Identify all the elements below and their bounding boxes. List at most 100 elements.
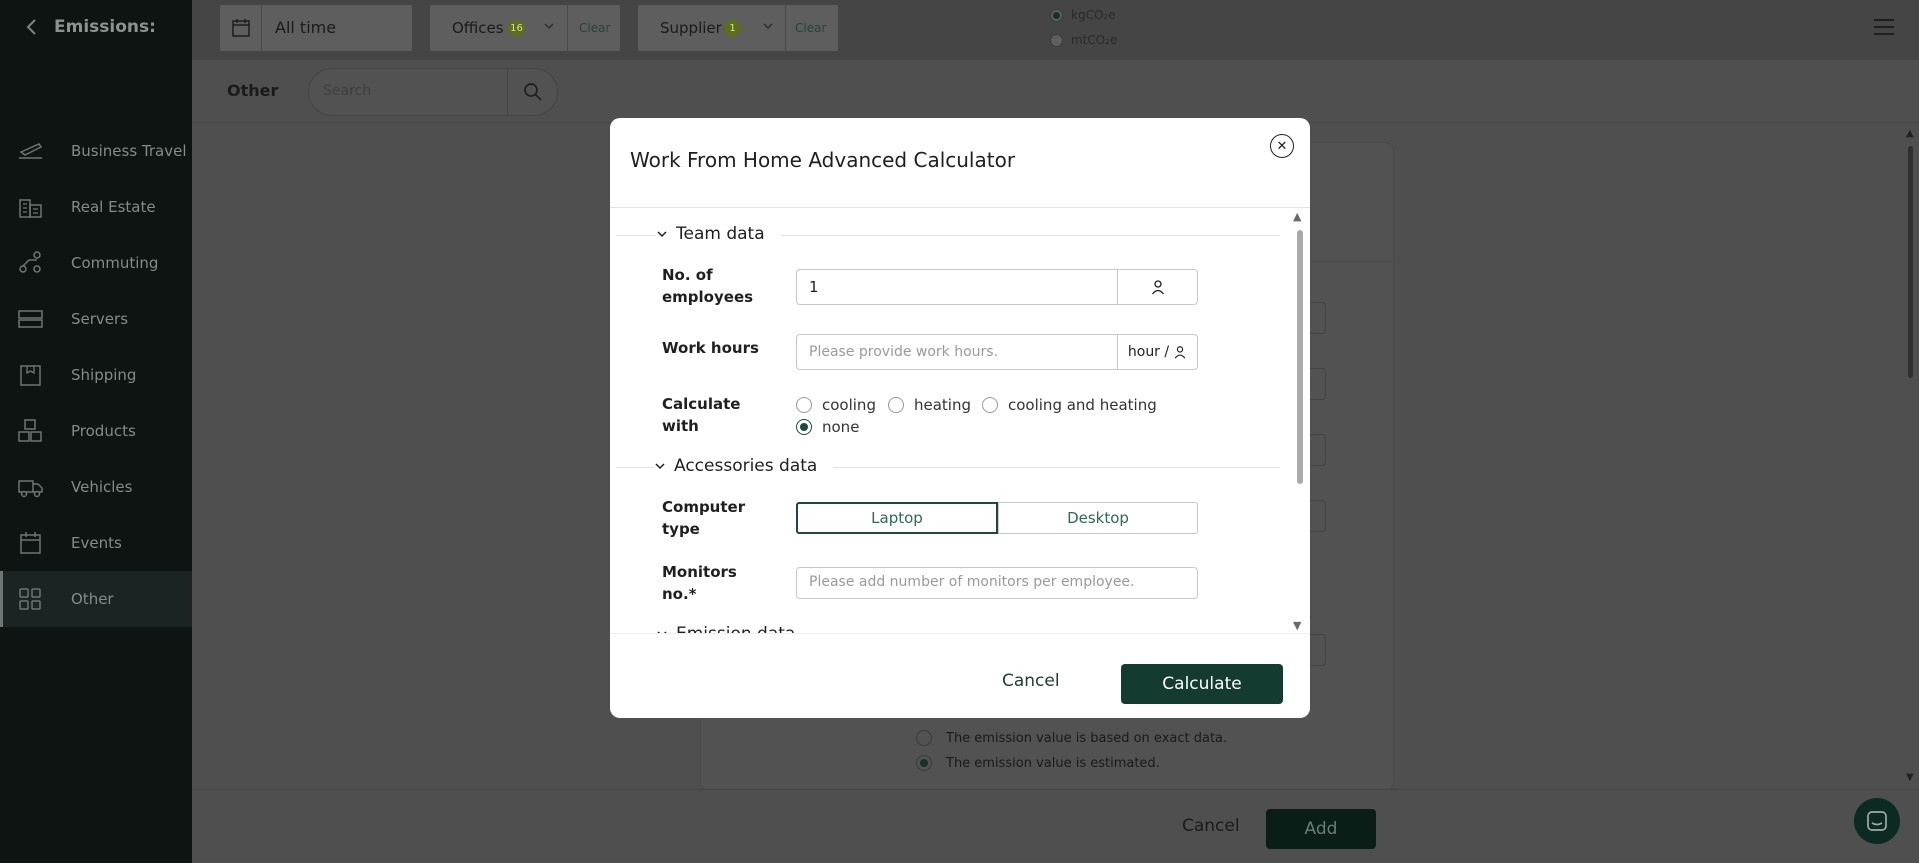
- section-header[interactable]: Team data: [656, 224, 781, 244]
- radio-button[interactable]: [916, 755, 932, 771]
- option-label: cooling and heating: [1008, 396, 1157, 414]
- option-cooling[interactable]: cooling: [796, 396, 876, 414]
- chevron-down-icon[interactable]: [762, 20, 774, 32]
- radio-button[interactable]: [1050, 33, 1063, 47]
- page-footer: Cancel Add: [192, 789, 1919, 863]
- scrollbar-thumb[interactable]: [1908, 146, 1913, 378]
- add-button[interactable]: Add: [1266, 809, 1376, 849]
- chevron-down-icon[interactable]: [543, 20, 555, 32]
- option-none[interactable]: none: [796, 418, 859, 436]
- desktop-option[interactable]: Desktop: [998, 502, 1198, 534]
- sidebar-item-commuting[interactable]: Commuting: [0, 235, 192, 291]
- radio-button[interactable]: [1050, 8, 1063, 22]
- plane-icon: [17, 138, 44, 164]
- section-accessories-data[interactable]: Accessories data: [610, 456, 1290, 478]
- sidebar-item-products[interactable]: Products: [0, 403, 192, 459]
- chat-icon[interactable]: [1854, 798, 1900, 844]
- section-team-data[interactable]: Team data: [610, 224, 1290, 246]
- unit-option-kg[interactable]: kgCO₂e: [1050, 8, 1116, 22]
- unit-option-mt[interactable]: mtCO₂e: [1050, 33, 1117, 47]
- sidebar-item-label: Vehicles: [71, 478, 133, 496]
- work-hours-field[interactable]: Please provide work hours. hour /: [796, 334, 1198, 370]
- employees-value: 1: [809, 278, 819, 296]
- section-title: Accessories data: [674, 456, 818, 476]
- sidebar-item-vehicles[interactable]: Vehicles: [0, 459, 192, 515]
- date-filter[interactable]: All time: [220, 5, 412, 51]
- work-hours-label: Work hours: [662, 339, 759, 357]
- supplier-filter-label: Supplier: [660, 19, 722, 37]
- offices-filter-label: Offices: [452, 19, 504, 37]
- unit-option-label: mtCO₂e: [1071, 33, 1118, 47]
- scrollbar-thumb[interactable]: [1297, 230, 1303, 484]
- sidebar-item-shipping[interactable]: Shipping: [0, 347, 192, 403]
- search-box[interactable]: Search: [308, 68, 558, 116]
- unit-option-label: kgCO₂e: [1071, 8, 1116, 22]
- back-arrow-icon[interactable]: [22, 17, 42, 37]
- sidebar-item-real-estate[interactable]: Real Estate: [0, 179, 192, 235]
- cancel-button[interactable]: Cancel: [1182, 816, 1240, 836]
- sidebar: Emissions: Business Travel Real Estate C…: [0, 0, 192, 863]
- page-scrollbar[interactable]: ▲ ▼: [1906, 128, 1914, 788]
- radio-button[interactable]: [982, 397, 998, 413]
- truck-icon: [17, 474, 44, 500]
- supplier-count-badge: 1: [724, 20, 741, 37]
- search-input[interactable]: Search: [323, 83, 371, 99]
- sidebar-item-label: Events: [71, 534, 122, 552]
- sidebar-item-events[interactable]: Events: [0, 515, 192, 571]
- modal-footer: Cancel Calculate: [610, 633, 1310, 718]
- offices-count-badge: 16: [508, 20, 525, 37]
- option-label: cooling: [822, 396, 876, 414]
- sidebar-title: Emissions:: [54, 17, 156, 37]
- section-emission-data[interactable]: Emission data: [610, 624, 1290, 633]
- calendar-icon: [17, 530, 44, 556]
- modal-body: Team data No. of employees 1 Work hours …: [610, 208, 1310, 633]
- exact-data-option[interactable]: The emission value is based on exact dat…: [916, 730, 1227, 746]
- monitors-field[interactable]: Please add number of monitors per employ…: [796, 567, 1198, 599]
- sidebar-item-business-travel[interactable]: Business Travel: [0, 123, 192, 179]
- page-title: Other: [227, 81, 279, 100]
- sub-header: Other Search: [192, 60, 1919, 123]
- building-icon: [17, 194, 44, 220]
- scroll-up-arrow-icon[interactable]: ▲: [1293, 210, 1301, 223]
- sidebar-item-label: Real Estate: [71, 198, 156, 216]
- option-label: heating: [914, 396, 972, 414]
- option-heating[interactable]: heating: [888, 396, 971, 414]
- option-cooling-and-heating[interactable]: cooling and heating: [982, 396, 1157, 414]
- scroll-down-arrow-icon[interactable]: ▼: [1293, 619, 1301, 632]
- radio-button[interactable]: [888, 397, 904, 413]
- section-header[interactable]: Accessories data: [654, 456, 834, 476]
- estimated-option[interactable]: The emission value is estimated.: [916, 755, 1160, 771]
- offices-clear-button[interactable]: Clear: [579, 21, 610, 35]
- option-label: The emission value is estimated.: [946, 755, 1160, 771]
- hamburger-menu-icon[interactable]: [1872, 16, 1896, 38]
- employees-field[interactable]: 1: [796, 269, 1198, 305]
- divider: [567, 5, 568, 51]
- close-icon[interactable]: ✕: [1270, 134, 1294, 158]
- radio-button[interactable]: [796, 419, 812, 435]
- cancel-button[interactable]: Cancel: [1002, 671, 1060, 691]
- offices-filter[interactable]: Offices 16 Clear: [430, 5, 620, 51]
- search-icon[interactable]: [507, 69, 557, 115]
- scroll-up-arrow-icon[interactable]: ▲: [1906, 128, 1914, 139]
- section-title: Emission data: [676, 624, 795, 633]
- chevron-down-icon: [656, 228, 668, 240]
- work-hours-placeholder: Please provide work hours.: [809, 344, 999, 360]
- computer-type-toggle[interactable]: Laptop Desktop: [796, 502, 1198, 534]
- scroll-down-arrow-icon[interactable]: ▼: [1906, 772, 1914, 783]
- date-filter-value: All time: [275, 18, 337, 37]
- supplier-filter[interactable]: Supplier 1 Clear: [638, 5, 838, 51]
- unit-label: hour /: [1127, 344, 1170, 360]
- radio-button[interactable]: [796, 397, 812, 413]
- calculate-button[interactable]: Calculate: [1121, 664, 1283, 704]
- person-icon: [1117, 270, 1197, 304]
- modal-scrollbar[interactable]: ▲ ▼: [1292, 208, 1306, 633]
- monitors-placeholder: Please add number of monitors per employ…: [809, 574, 1135, 590]
- section-header[interactable]: Emission data: [656, 624, 812, 633]
- employees-label: No. of employees: [662, 266, 754, 306]
- sidebar-item-servers[interactable]: Servers: [0, 291, 192, 347]
- computer-type-label: Computer type: [662, 498, 746, 538]
- laptop-option[interactable]: Laptop: [796, 502, 998, 534]
- supplier-clear-button[interactable]: Clear: [795, 21, 826, 35]
- radio-button[interactable]: [916, 730, 932, 746]
- sidebar-item-other[interactable]: Other: [0, 571, 192, 627]
